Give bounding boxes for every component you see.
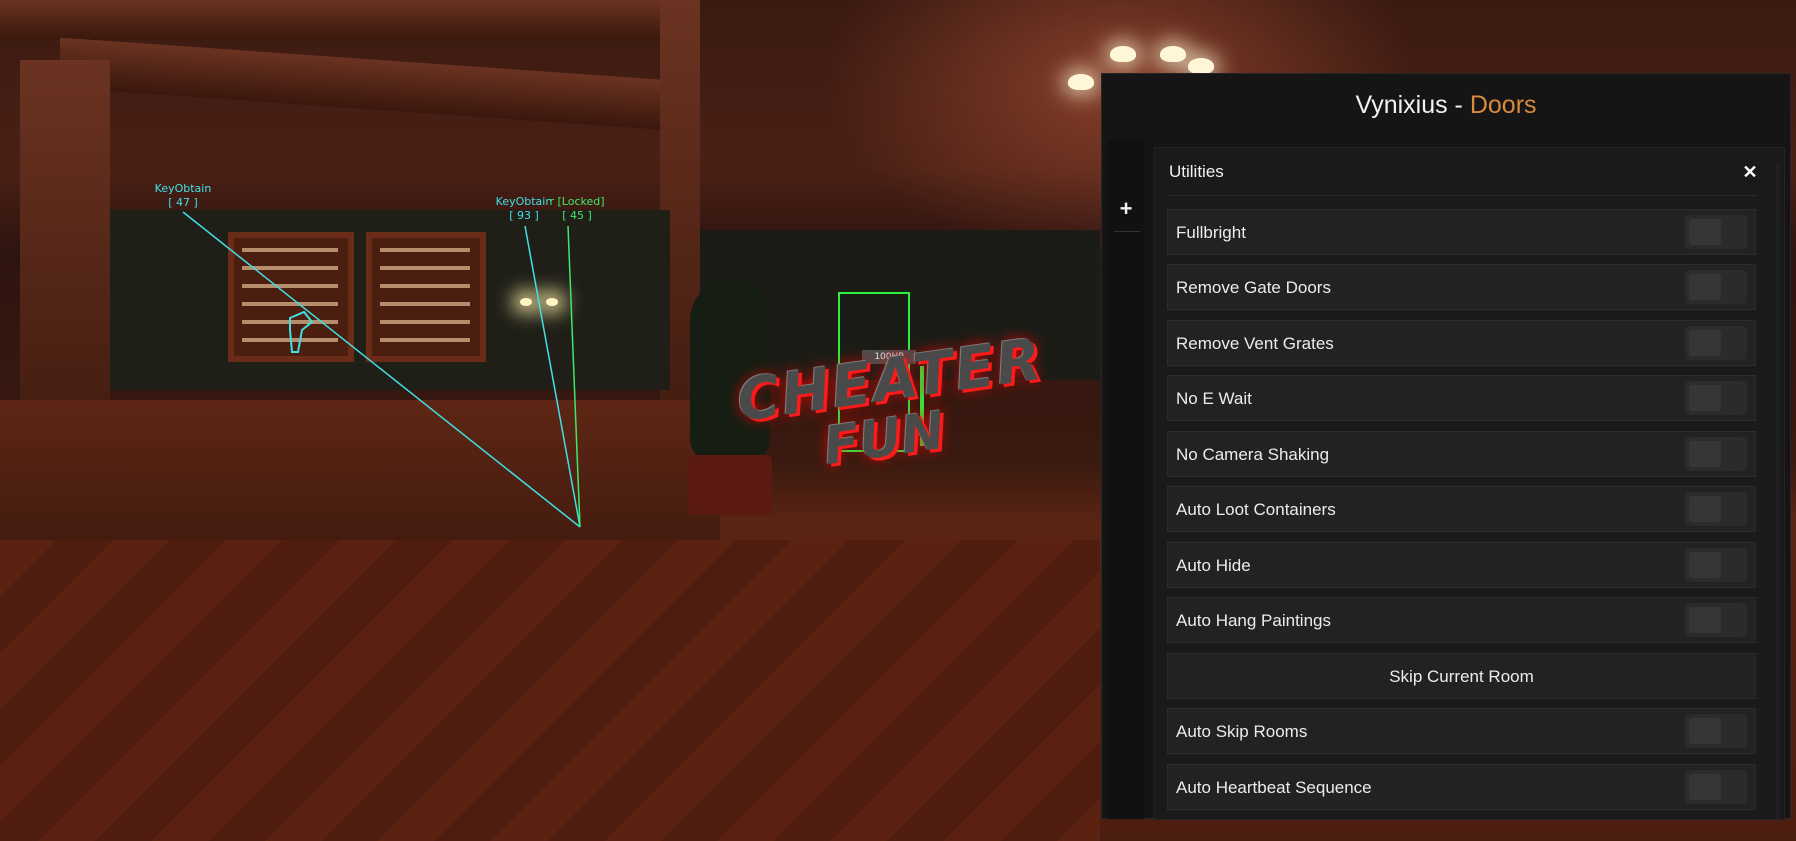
toggle-knob [1689, 552, 1721, 578]
esp-name: r [Locked] [549, 195, 605, 208]
toggle-label: Remove Gate Doors [1176, 278, 1331, 297]
chandelier-light [1110, 46, 1136, 62]
toggle-row-fullbright[interactable]: Fullbright [1167, 209, 1756, 255]
toggle-switch[interactable] [1685, 714, 1747, 748]
toggle-label: Auto Skip Rooms [1176, 722, 1308, 741]
skip-current-room-button[interactable]: Skip Current Room [1167, 653, 1756, 699]
title-main: Vynixius - [1355, 91, 1470, 119]
utilities-section: Utilities ✕ Fullbright Remove Gate Doors… [1154, 147, 1785, 820]
window-title: Vynixius - Doors [1102, 74, 1790, 134]
esp-label-key: KeyObtain [ 47 ] [148, 182, 218, 210]
script-hub-window[interactable]: Vynixius - Doors + Utilities ✕ Fullbrigh… [1101, 73, 1791, 820]
chandelier-light [1160, 46, 1186, 62]
toggle-row-no-camera-shaking[interactable]: No Camera Shaking [1167, 431, 1756, 477]
toggle-knob [1689, 385, 1721, 411]
toggle-row-remove-vent-grates[interactable]: Remove Vent Grates [1167, 320, 1756, 366]
toggle-row-auto-skip-rooms[interactable]: Auto Skip Rooms [1167, 708, 1756, 754]
toggle-switch[interactable] [1685, 270, 1747, 304]
esp-distance: [ 45 ] [562, 209, 592, 222]
toggle-row-auto-hang-paintings[interactable]: Auto Hang Paintings [1167, 597, 1756, 643]
close-icon[interactable]: ✕ [1740, 162, 1760, 182]
toggle-knob [1689, 607, 1721, 633]
toggle-switch[interactable] [1685, 381, 1747, 415]
toggle-row-auto-loot-containers[interactable]: Auto Loot Containers [1167, 486, 1756, 532]
section-header[interactable]: Utilities ✕ [1155, 148, 1784, 194]
toggle-row-remove-gate-doors[interactable]: Remove Gate Doors [1167, 264, 1756, 310]
toggle-knob [1689, 718, 1721, 744]
esp-name: KeyObtain [154, 182, 212, 195]
toggle-label: Auto Loot Containers [1176, 500, 1336, 519]
toggle-label: No E Wait [1176, 389, 1252, 408]
esp-distance: [ 47 ] [168, 196, 198, 209]
toggle-switch[interactable] [1685, 548, 1747, 582]
toggle-knob [1689, 219, 1721, 245]
toggle-label: Fullbright [1176, 223, 1246, 242]
toggle-row-no-e-wait[interactable]: No E Wait [1167, 375, 1756, 421]
section-divider [1167, 195, 1757, 196]
toggle-switch[interactable] [1685, 492, 1747, 526]
toggle-label: Auto Heartbeat Sequence [1176, 778, 1372, 797]
toggle-row-auto-heartbeat-sequence[interactable]: Auto Heartbeat Sequence [1167, 764, 1756, 810]
toggle-switch[interactable] [1685, 437, 1747, 471]
toggle-knob [1689, 441, 1721, 467]
toggle-knob [1689, 774, 1721, 800]
toggle-label: Remove Vent Grates [1176, 334, 1334, 353]
rail-divider [1114, 231, 1140, 232]
scrollbar[interactable] [1776, 162, 1780, 819]
toggle-switch[interactable] [1685, 770, 1747, 804]
toggle-label: No Camera Shaking [1176, 445, 1330, 464]
toggle-label: Auto Hang Paintings [1176, 611, 1331, 630]
section-title: Utilities [1169, 162, 1224, 181]
button-label: Skip Current Room [1389, 667, 1534, 686]
toggle-switch[interactable] [1685, 603, 1747, 637]
toggle-knob [1689, 274, 1721, 300]
toggle-switch[interactable] [1685, 215, 1747, 249]
plus-icon[interactable]: + [1116, 198, 1136, 220]
chandelier-light [1188, 58, 1214, 74]
toggle-label: Auto Hide [1176, 556, 1251, 575]
esp-label-door: r [Locked] [ 45 ] [546, 195, 608, 223]
tab-rail: + [1108, 139, 1144, 819]
title-accent: Doors [1469, 91, 1537, 119]
toggle-knob [1689, 330, 1721, 356]
toggle-switch[interactable] [1685, 326, 1747, 360]
toggle-knob [1689, 496, 1721, 522]
toggle-row-auto-hide[interactable]: Auto Hide [1167, 542, 1756, 588]
